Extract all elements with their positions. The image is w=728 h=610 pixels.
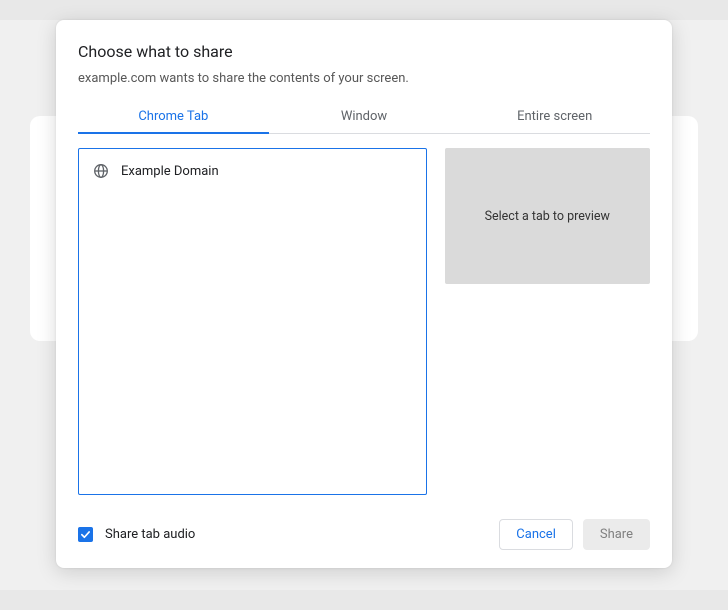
share-type-tabs: Chrome Tab Window Entire screen xyxy=(78,100,650,134)
button-label: Cancel xyxy=(516,527,556,542)
tab-item[interactable]: Example Domain xyxy=(93,161,412,181)
globe-icon xyxy=(93,163,109,179)
share-dialog: Choose what to share example.com wants t… xyxy=(56,20,672,568)
tab-list[interactable]: Example Domain xyxy=(78,148,427,495)
preview-area: Select a tab to preview xyxy=(445,148,650,495)
share-audio-label: Share tab audio xyxy=(105,527,195,542)
tab-window[interactable]: Window xyxy=(269,100,460,133)
tab-chrome-tab[interactable]: Chrome Tab xyxy=(78,100,269,133)
button-label: Share xyxy=(600,527,633,542)
preview-placeholder: Select a tab to preview xyxy=(445,148,650,284)
share-button[interactable]: Share xyxy=(583,519,650,550)
share-audio-checkbox[interactable] xyxy=(78,527,93,542)
tab-label: Window xyxy=(341,109,387,124)
cancel-button[interactable]: Cancel xyxy=(499,519,573,550)
tab-entire-screen[interactable]: Entire screen xyxy=(459,100,650,133)
dialog-subtitle: example.com wants to share the contents … xyxy=(78,71,650,86)
content-area: Example Domain Select a tab to preview xyxy=(78,148,650,495)
dialog-title: Choose what to share xyxy=(78,42,650,61)
dialog-footer: Share tab audio Cancel Share xyxy=(78,519,650,550)
tab-label: Chrome Tab xyxy=(138,109,208,124)
share-audio-option[interactable]: Share tab audio xyxy=(78,527,195,542)
dialog-buttons: Cancel Share xyxy=(499,519,650,550)
tab-label: Entire screen xyxy=(517,109,592,124)
browser-bottom-bar xyxy=(0,590,728,610)
browser-top-bar xyxy=(0,0,728,20)
preview-text: Select a tab to preview xyxy=(485,209,610,224)
tab-item-label: Example Domain xyxy=(121,164,219,179)
